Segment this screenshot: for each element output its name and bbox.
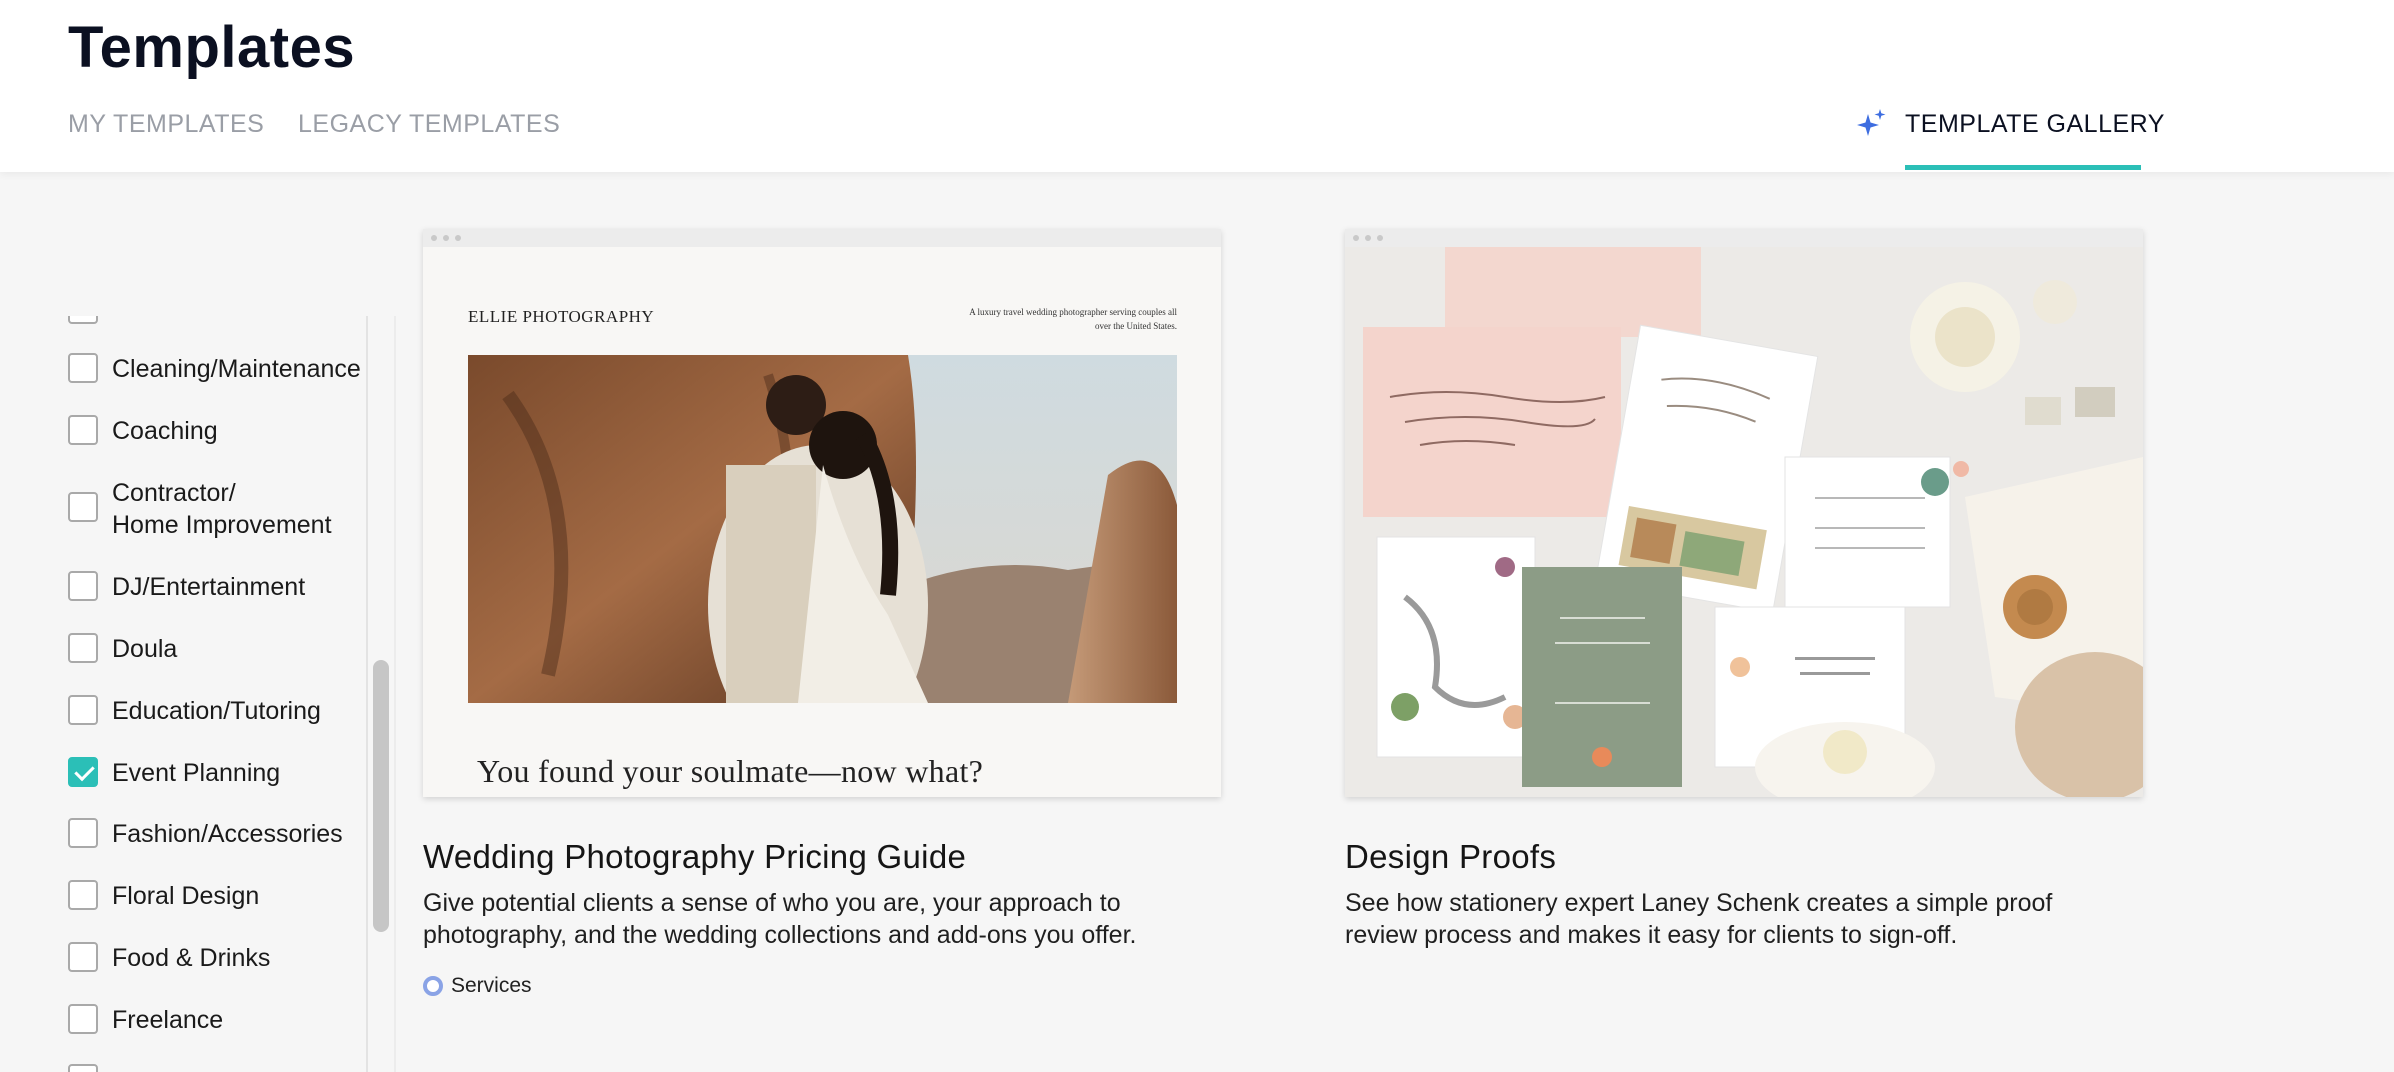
- category-label: Food & Drinks: [112, 944, 271, 972]
- category-item-cleaning[interactable]: Cleaning/Maintenance: [68, 353, 372, 385]
- sparkle-icon: [1857, 109, 1886, 136]
- category-item-floral[interactable]: Floral Design: [68, 880, 372, 912]
- category-checkbox[interactable]: [68, 1064, 98, 1072]
- category-item-fashion[interactable]: Fashion/Accessories: [68, 818, 372, 850]
- card-description: Give potential clients a sense of who yo…: [423, 889, 1137, 949]
- category-checkbox[interactable]: [68, 492, 98, 522]
- tab-template-gallery[interactable]: TEMPLATE GALLERY: [1905, 110, 2165, 139]
- category-checkbox[interactable]: [68, 942, 98, 972]
- category-label: Freelance: [112, 1006, 224, 1034]
- sidebar-divider: [366, 316, 368, 1072]
- category-item-partial-bottom[interactable]: [68, 1064, 98, 1072]
- category-filter-list[interactable]: Cleaning/Maintenance Coaching Contractor…: [0, 316, 396, 1072]
- template-card-design-proofs[interactable]: [1345, 229, 2143, 797]
- category-label: Education/Tutoring: [112, 697, 321, 725]
- category-item-contractor[interactable]: Contractor/ Home Improvement: [68, 477, 372, 541]
- category-label: Doula: [112, 635, 178, 663]
- preview-tagline: A luxury travel wedding photographer ser…: [969, 307, 1177, 331]
- browser-frame-bar: [423, 229, 1221, 247]
- tab-my-templates[interactable]: MY TEMPLATES: [68, 110, 264, 139]
- checkmark-icon[interactable]: [68, 757, 98, 787]
- card-title[interactable]: Design Proofs: [1345, 838, 1556, 876]
- category-checkbox[interactable]: [68, 818, 98, 848]
- active-tab-indicator: [1905, 165, 2141, 170]
- preview-headline: You found your soulmate—now what?: [477, 753, 984, 789]
- page-title: Templates: [68, 15, 356, 80]
- category-checkbox[interactable]: [68, 880, 98, 910]
- category-checkbox[interactable]: [68, 353, 98, 383]
- page-header: Templates MY TEMPLATES LEGACY TEMPLATES …: [0, 0, 2394, 172]
- category-item-event-planning[interactable]: Event Planning: [68, 757, 372, 789]
- card-title[interactable]: Wedding Photography Pricing Guide: [423, 838, 966, 876]
- category-checkbox[interactable]: [68, 1004, 98, 1034]
- preview-brand: ELLIE PHOTOGRAPHY: [468, 307, 655, 326]
- category-checkbox[interactable]: [68, 316, 98, 324]
- category-label: Fashion/Accessories: [112, 820, 343, 848]
- category-item-doula[interactable]: Doula: [68, 633, 372, 665]
- category-checkbox[interactable]: [68, 415, 98, 445]
- stationery-flatlay-image: [1345, 247, 2143, 797]
- template-preview: ELLIE PHOTOGRAPHY A luxury travel weddin…: [423, 247, 1221, 797]
- category-label: Contractor/ Home Improvement: [112, 479, 332, 539]
- category-item-dj[interactable]: DJ/Entertainment: [68, 571, 372, 603]
- category-label: DJ/Entertainment: [112, 573, 306, 601]
- category-label: Floral Design: [112, 882, 260, 910]
- service-tag: Services: [423, 974, 532, 998]
- sidebar-scrollbar[interactable]: [373, 660, 389, 932]
- tab-legacy-templates[interactable]: LEGACY TEMPLATES: [298, 110, 560, 139]
- card-description: See how stationery expert Laney Schenk c…: [1345, 889, 2053, 949]
- category-label: Cleaning/Maintenance: [112, 355, 361, 383]
- category-item-freelance[interactable]: Freelance: [68, 1004, 372, 1036]
- category-label: Coaching: [112, 417, 218, 445]
- category-item-education[interactable]: Education/Tutoring: [68, 695, 372, 727]
- category-item-partial[interactable]: [68, 316, 98, 324]
- category-item-coaching[interactable]: Coaching: [68, 415, 372, 447]
- category-item-food[interactable]: Food & Drinks: [68, 942, 372, 974]
- template-card-wedding-pricing[interactable]: ELLIE PHOTOGRAPHY A luxury travel weddin…: [423, 229, 1221, 797]
- category-checkbox[interactable]: [68, 571, 98, 601]
- browser-frame-bar: [1345, 229, 2143, 247]
- tag-dot-icon: [423, 976, 443, 996]
- category-label: Event Planning: [112, 759, 281, 787]
- wedding-couple-photo: [468, 355, 1177, 703]
- category-checkbox[interactable]: [68, 633, 98, 663]
- tag-label: Services: [451, 974, 532, 997]
- category-checkbox[interactable]: [68, 695, 98, 725]
- sidebar-edge: [394, 316, 396, 1072]
